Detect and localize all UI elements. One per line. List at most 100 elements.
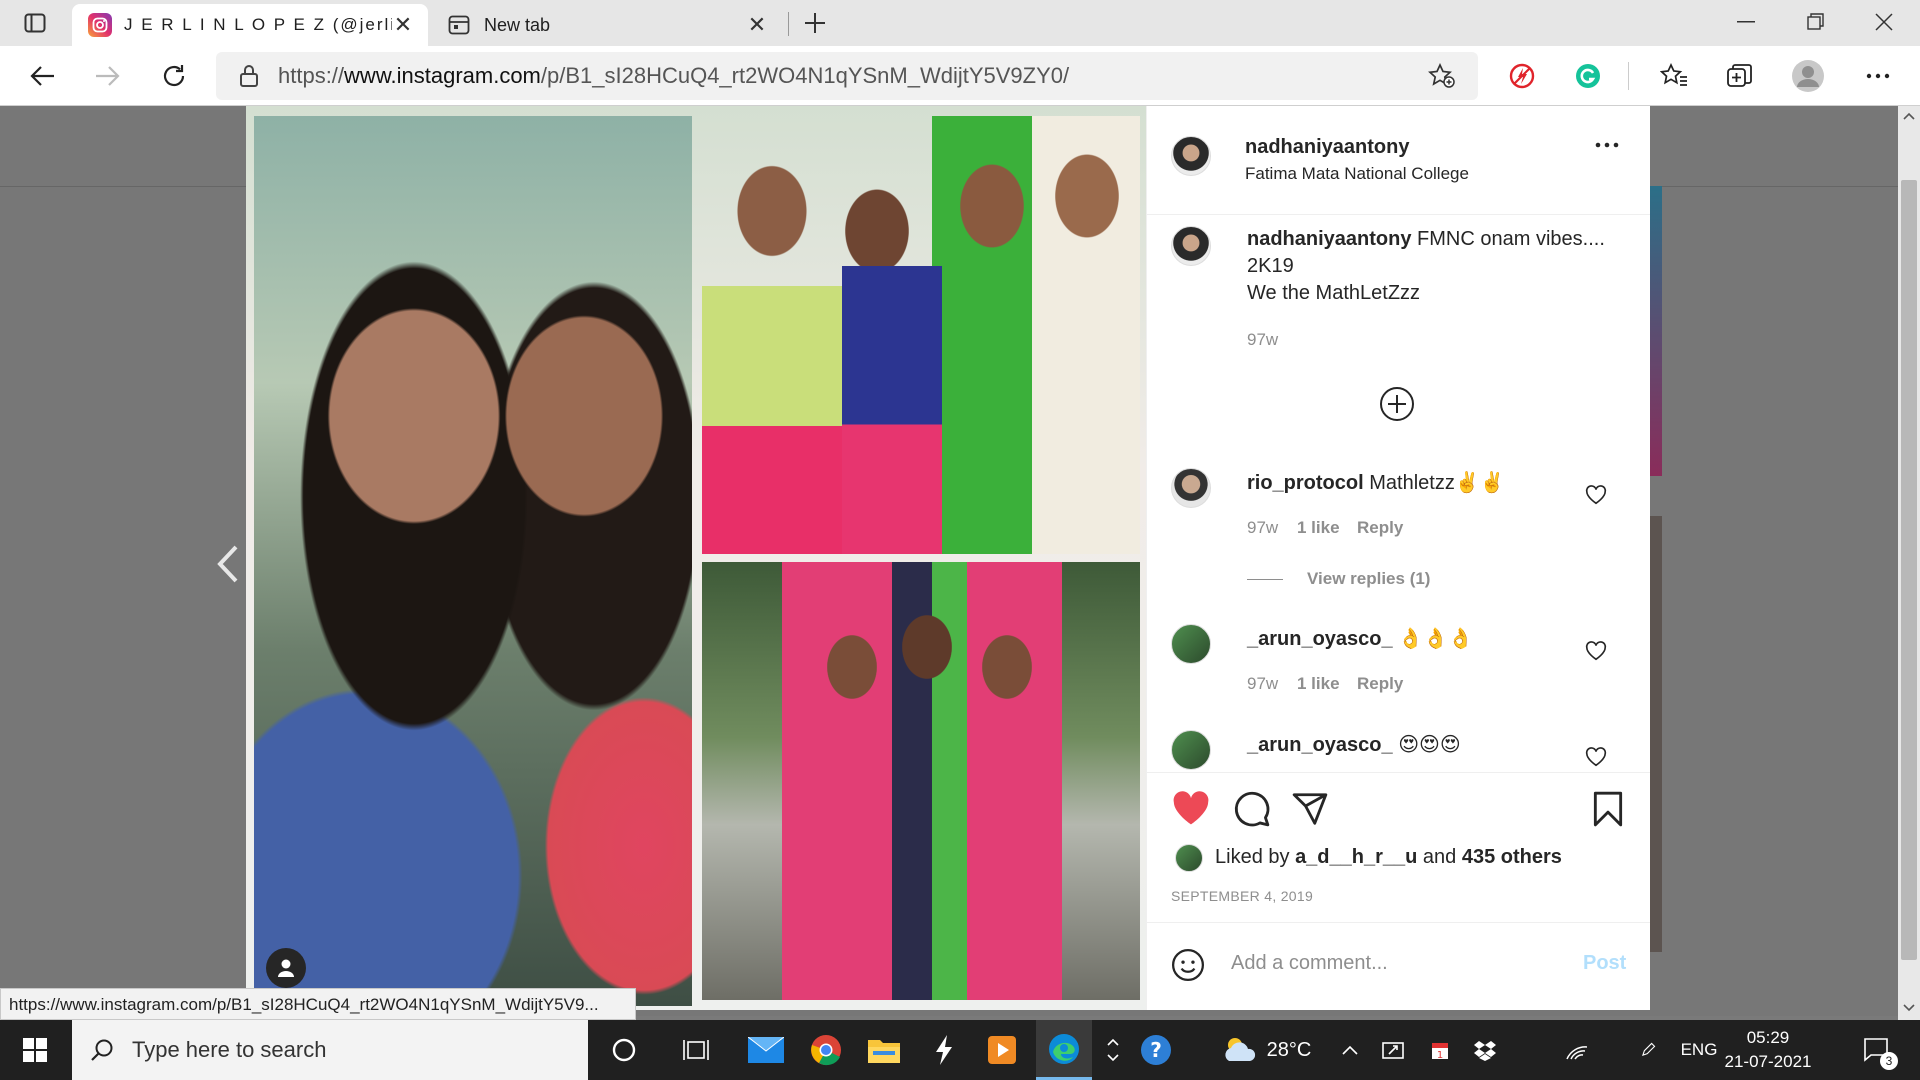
taskbar-help-app[interactable]: ? bbox=[1128, 1020, 1184, 1080]
add-comment-input[interactable]: Add a comment... bbox=[1231, 952, 1388, 975]
volume-button[interactable] bbox=[1474, 1020, 1508, 1080]
close-tab-icon[interactable]: ✕ bbox=[746, 12, 768, 37]
tab-new-tab[interactable]: New tab ✕ bbox=[436, 4, 782, 46]
input-language-button[interactable]: ENG bbox=[1676, 1020, 1722, 1080]
taskbar-file-explorer[interactable] bbox=[856, 1020, 912, 1080]
composer-divider bbox=[1146, 922, 1650, 923]
action-center-button[interactable]: 3 bbox=[1852, 1020, 1902, 1080]
collections-button[interactable] bbox=[1722, 58, 1758, 94]
tab-instagram[interactable]: J E R L I N L O P E Z (@jerlin_lopez ✕ bbox=[72, 4, 428, 46]
liker-avatar[interactable] bbox=[1175, 844, 1203, 872]
load-more-comments-button[interactable] bbox=[1379, 386, 1415, 422]
restore-icon bbox=[1807, 13, 1824, 30]
post-options-button[interactable] bbox=[1595, 142, 1619, 148]
new-tab-button[interactable] bbox=[800, 8, 830, 38]
temperature: 28°C bbox=[1266, 1038, 1312, 1061]
minimize-button[interactable] bbox=[1716, 4, 1776, 40]
post-media[interactable] bbox=[246, 106, 1146, 1010]
scroll-down-icon[interactable] bbox=[1903, 1004, 1915, 1012]
author-username[interactable]: nadhaniyaantony bbox=[1245, 136, 1409, 159]
comment-row: _arun_oyasco_ 👌👌👌 bbox=[1247, 626, 1587, 653]
comment-username[interactable]: rio_protocol bbox=[1247, 472, 1364, 494]
caption-avatar[interactable] bbox=[1171, 226, 1211, 266]
comment-timestamp[interactable]: 97w bbox=[1247, 518, 1278, 538]
url-text[interactable]: https://www.instagram.com/p/B1_sI28HCuQ4… bbox=[278, 63, 1428, 89]
plus-icon bbox=[805, 13, 825, 33]
pen-button[interactable] bbox=[1626, 1020, 1656, 1080]
scrollbar-thumb[interactable] bbox=[1901, 180, 1917, 960]
commenter-avatar[interactable] bbox=[1171, 730, 1211, 770]
comment-like-heart-icon[interactable] bbox=[1585, 484, 1607, 506]
post-date[interactable]: SEPTEMBER 4, 2019 bbox=[1171, 888, 1313, 904]
tab-title: J E R L I N L O P E Z (@jerlin_lopez bbox=[124, 15, 392, 34]
comment-username[interactable]: _arun_oyasco_ bbox=[1247, 734, 1393, 756]
show-hidden-icons-button[interactable] bbox=[1334, 1020, 1366, 1080]
back-button[interactable] bbox=[22, 56, 62, 96]
search-icon bbox=[91, 1039, 113, 1061]
settings-more-button[interactable] bbox=[1860, 58, 1896, 94]
tab-actions-menu-button[interactable] bbox=[20, 10, 50, 36]
tagged-users-button[interactable] bbox=[266, 948, 306, 988]
address-bar[interactable]: https://www.instagram.com/p/B1_sI28HCuQ4… bbox=[216, 52, 1478, 100]
comment-like-heart-icon[interactable] bbox=[1585, 746, 1607, 768]
pen-icon bbox=[1642, 1042, 1656, 1056]
forward-button[interactable] bbox=[88, 56, 128, 96]
taskbar-search-box[interactable]: Type here to search bbox=[72, 1020, 588, 1080]
taskbar-mail-app[interactable] bbox=[738, 1020, 794, 1080]
view-replies-button[interactable]: View replies (1) bbox=[1307, 569, 1430, 589]
close-window-button[interactable] bbox=[1854, 4, 1914, 40]
emoji-icon[interactable] bbox=[1171, 948, 1205, 982]
taskbar-chrome-app[interactable] bbox=[798, 1020, 854, 1080]
comment-text: 👌👌👌 bbox=[1398, 628, 1473, 650]
grammarly-extension-button[interactable] bbox=[1570, 58, 1606, 94]
author-avatar[interactable] bbox=[1171, 136, 1211, 176]
commenter-avatar[interactable] bbox=[1171, 624, 1211, 664]
taskbar-app-bolt[interactable] bbox=[916, 1020, 972, 1080]
favorites-button[interactable] bbox=[1656, 58, 1692, 94]
cortana-button[interactable] bbox=[596, 1020, 652, 1080]
comment-username[interactable]: _arun_oyasco_ bbox=[1247, 628, 1393, 650]
tray-app-2[interactable]: 1 bbox=[1424, 1020, 1458, 1080]
weather-widget[interactable]: 28°C bbox=[1206, 1020, 1326, 1080]
task-view-button[interactable] bbox=[668, 1020, 724, 1080]
star-add-icon bbox=[1428, 63, 1455, 88]
like-heart-icon[interactable] bbox=[1171, 790, 1211, 826]
scroll-up-icon[interactable] bbox=[1903, 112, 1915, 120]
start-button[interactable] bbox=[0, 1020, 70, 1080]
extension-flash-button[interactable] bbox=[1504, 58, 1540, 94]
avatar-icon bbox=[1792, 60, 1824, 92]
chevron-left-icon bbox=[217, 545, 238, 583]
caption-timestamp[interactable]: 97w bbox=[1247, 330, 1278, 350]
comment-like-heart-icon[interactable] bbox=[1585, 640, 1607, 662]
comment-timestamp[interactable]: 97w bbox=[1247, 674, 1278, 694]
profile-button[interactable] bbox=[1790, 58, 1826, 94]
save-bookmark-icon[interactable] bbox=[1591, 790, 1625, 828]
comment-icon[interactable] bbox=[1233, 790, 1271, 828]
svg-text:1: 1 bbox=[1437, 1050, 1443, 1061]
post-comment-button[interactable]: Post bbox=[1583, 952, 1626, 975]
battery-button[interactable] bbox=[1572, 1020, 1606, 1080]
tray-app-1[interactable] bbox=[1376, 1020, 1410, 1080]
clock-button[interactable]: 05:29 21-07-2021 bbox=[1718, 1026, 1818, 1074]
comment-likes[interactable]: 1 like bbox=[1297, 674, 1340, 694]
comment-likes[interactable]: 1 like bbox=[1297, 518, 1340, 538]
lock-icon[interactable] bbox=[236, 64, 262, 88]
liked-and-label: and bbox=[1422, 846, 1457, 868]
commenter-avatar[interactable] bbox=[1171, 468, 1211, 508]
previous-post-button[interactable] bbox=[212, 540, 244, 588]
liked-by-user[interactable]: a_d__h_r__u bbox=[1295, 846, 1417, 868]
taskbar-edge-app[interactable] bbox=[1036, 1020, 1092, 1080]
caption-username[interactable]: nadhaniyaantony bbox=[1247, 228, 1411, 250]
share-icon[interactable] bbox=[1291, 790, 1329, 828]
caption-text: FMNC onam vibes.... bbox=[1417, 228, 1605, 250]
comment-reply-button[interactable]: Reply bbox=[1357, 518, 1403, 538]
post-location[interactable]: Fatima Mata National College bbox=[1245, 164, 1469, 184]
refresh-button[interactable] bbox=[154, 56, 194, 96]
liked-others-link[interactable]: 435 others bbox=[1462, 846, 1562, 868]
close-tab-icon[interactable]: ✕ bbox=[392, 12, 414, 37]
taskbar-overflow-toggle[interactable] bbox=[1100, 1020, 1126, 1080]
restore-button[interactable] bbox=[1786, 4, 1846, 40]
comment-reply-button[interactable]: Reply bbox=[1357, 674, 1403, 694]
taskbar-video-app[interactable] bbox=[974, 1020, 1030, 1080]
add-favorite-button[interactable] bbox=[1428, 63, 1456, 89]
